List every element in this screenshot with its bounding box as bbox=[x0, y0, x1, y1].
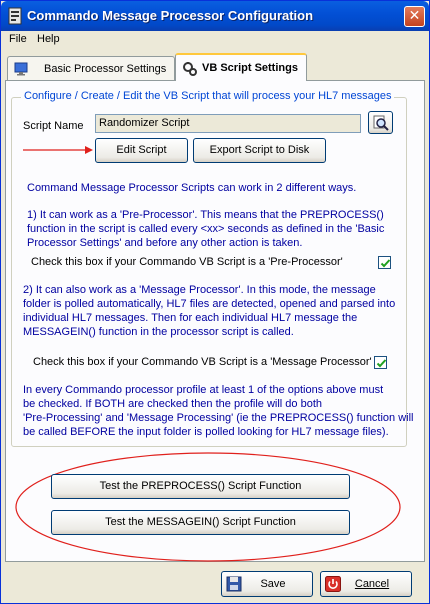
script-name-value: Randomizer Script bbox=[99, 117, 190, 129]
export-script-label: Export Script to Disk bbox=[209, 144, 310, 156]
msg-desc-line: MESSAGEIN() function in the processor sc… bbox=[23, 326, 294, 338]
magnifier-icon bbox=[373, 115, 389, 134]
msg-desc-line: folder is polled automatically, HL7 file… bbox=[23, 298, 396, 310]
intro-text: Command Message Processor Scripts can wo… bbox=[27, 182, 357, 194]
groupbox-legend: Configure / Create / Edit the VB Script … bbox=[21, 90, 395, 102]
window-title: Commando Message Processor Configuration bbox=[27, 8, 314, 23]
edit-script-label: Edit Script bbox=[116, 144, 167, 156]
checkmark-icon bbox=[376, 359, 387, 368]
test-messagein-label: Test the MESSAGEIN() Script Function bbox=[105, 516, 296, 528]
msg-desc-line: 2) It can also work as a 'Message Proces… bbox=[23, 284, 376, 296]
pre-processor-checkbox[interactable] bbox=[378, 256, 391, 269]
app-icon bbox=[7, 7, 23, 25]
message-processor-check-label: Check this box if your Commando VB Scrip… bbox=[33, 356, 372, 368]
note-line: 'Pre-Processing' and 'Message Processing… bbox=[23, 412, 414, 424]
tab-basic-processor-settings[interactable]: Basic Processor Settings bbox=[7, 56, 175, 80]
pre-desc-line: Processor Settings' and before any other… bbox=[27, 237, 303, 249]
tab-vb-script-settings[interactable]: VB Script Settings bbox=[175, 53, 307, 81]
test-preprocess-label: Test the PREPROCESS() Script Function bbox=[99, 480, 302, 492]
title-bar[interactable]: Commando Message Processor Configuration… bbox=[1, 1, 429, 31]
message-processor-checkbox[interactable] bbox=[374, 356, 387, 369]
msg-desc-line: individual HL7 messages. Then for each i… bbox=[23, 312, 358, 324]
cancel-button[interactable]: Cancel bbox=[320, 571, 412, 597]
export-script-button[interactable]: Export Script to Disk bbox=[193, 138, 326, 163]
edit-script-button[interactable]: Edit Script bbox=[95, 138, 188, 163]
pre-processor-check-label: Check this box if your Commando VB Scrip… bbox=[31, 256, 343, 268]
tab-label: Basic Processor Settings bbox=[44, 63, 167, 75]
close-button[interactable]: ✕ bbox=[404, 6, 425, 27]
script-icon bbox=[182, 61, 198, 80]
pre-desc-line: function in the script is called every <… bbox=[27, 223, 385, 235]
config-window: Commando Message Processor Configuration… bbox=[0, 0, 430, 604]
close-icon: ✕ bbox=[408, 8, 421, 24]
red-arrow-annotation bbox=[23, 146, 93, 154]
note-line: be checked. If BOTH are checked then the… bbox=[23, 398, 322, 410]
browse-script-button[interactable] bbox=[368, 111, 393, 134]
menu-help[interactable]: Help bbox=[37, 33, 60, 45]
test-preprocess-button[interactable]: Test the PREPROCESS() Script Function bbox=[51, 474, 350, 499]
note-line: In every Commando processor profile at l… bbox=[23, 384, 384, 396]
pre-desc-line: 1) It can work as a 'Pre-Processor'. Thi… bbox=[27, 209, 384, 221]
monitor-icon bbox=[14, 62, 28, 79]
test-messagein-button[interactable]: Test the MESSAGEIN() Script Function bbox=[51, 510, 350, 535]
menu-file[interactable]: File bbox=[9, 33, 27, 45]
floppy-disk-icon bbox=[226, 576, 242, 601]
note-line: be called BEFORE the input folder is pol… bbox=[23, 426, 389, 438]
save-button[interactable]: Save bbox=[221, 571, 313, 597]
script-name-field[interactable]: Randomizer Script bbox=[95, 114, 361, 133]
tab-strip: Basic Processor Settings VB Script Setti… bbox=[1, 51, 429, 81]
menu-bar: File Help bbox=[1, 31, 429, 49]
script-name-label: Script Name bbox=[23, 120, 84, 132]
checkmark-icon bbox=[380, 259, 391, 268]
power-icon bbox=[325, 576, 341, 601]
tab-label: VB Script Settings bbox=[202, 62, 298, 74]
